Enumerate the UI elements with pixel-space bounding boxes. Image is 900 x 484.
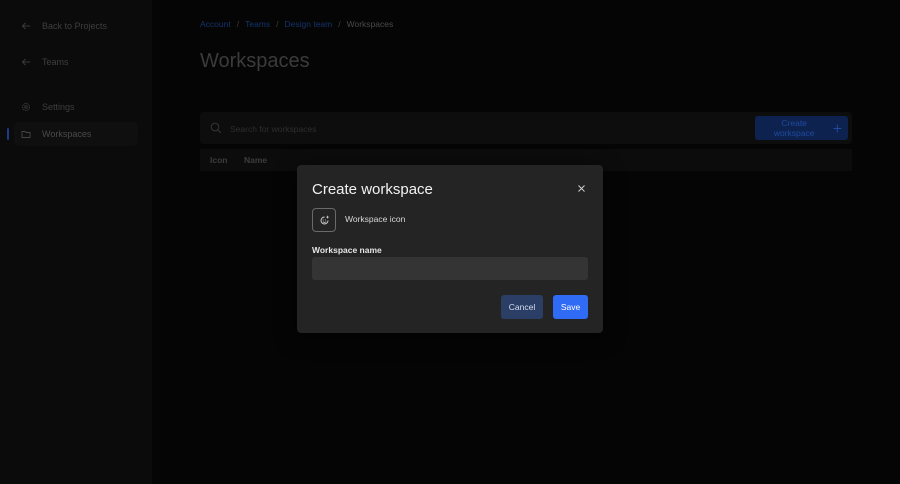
breadcrumb-separator: / [236, 19, 240, 29]
create-workspace-modal: Create workspace Workspace icon Workspac… [297, 165, 603, 333]
workspace-name-input[interactable] [312, 257, 588, 280]
breadcrumb: Account / Teams / Design team / Workspac… [200, 19, 393, 29]
sidebar-item-teams[interactable]: Teams [14, 50, 138, 74]
app-window: Back to Projects Teams Settings Workspac… [0, 0, 900, 484]
active-indicator [7, 128, 9, 140]
workspace-name-label: Workspace name [312, 245, 382, 255]
create-workspace-button[interactable]: Create workspace [755, 116, 848, 140]
close-icon[interactable] [575, 182, 587, 194]
search-icon [210, 122, 222, 134]
breadcrumb-teams[interactable]: Teams [245, 19, 270, 29]
create-workspace-label: Create workspace [773, 118, 815, 138]
sidebar-item-label: Back to Projects [42, 21, 108, 31]
save-button[interactable]: Save [553, 295, 588, 319]
breadcrumb-design-team[interactable]: Design team [285, 19, 333, 29]
search-input[interactable] [228, 120, 532, 138]
breadcrumb-separator: / [276, 19, 279, 29]
sidebar-item-label: Workspaces [42, 129, 92, 139]
breadcrumb-current: Workspaces [346, 19, 394, 29]
arrow-left-icon [20, 56, 32, 68]
gear-icon [20, 101, 32, 113]
breadcrumb-separator: / [338, 19, 341, 29]
column-header-name: Name [244, 155, 268, 165]
workspace-toolbar: Create workspace [200, 112, 852, 144]
folder-icon [20, 128, 32, 140]
arrow-left-icon [20, 20, 32, 32]
sidebar-item-workspaces[interactable]: Workspaces [14, 122, 138, 146]
sidebar-item-back-to-projects[interactable]: Back to Projects [14, 14, 138, 38]
sidebar-item-label: Teams [42, 57, 69, 67]
smiley-add-icon [320, 215, 329, 224]
modal-title: Create workspace [312, 181, 433, 198]
workspace-icon-picker[interactable] [312, 208, 336, 232]
column-header-icon: Icon [210, 155, 228, 165]
icon-picker-label: Workspace icon [345, 214, 406, 224]
breadcrumb-account[interactable]: Account [200, 19, 231, 29]
sidebar: Back to Projects Teams Settings Workspac… [0, 0, 152, 484]
page-title: Workspaces [200, 50, 310, 72]
cancel-button[interactable]: Cancel [501, 295, 543, 319]
sidebar-item-label: Settings [42, 102, 75, 112]
sidebar-item-settings[interactable]: Settings [14, 95, 138, 119]
plus-icon [833, 124, 842, 132]
